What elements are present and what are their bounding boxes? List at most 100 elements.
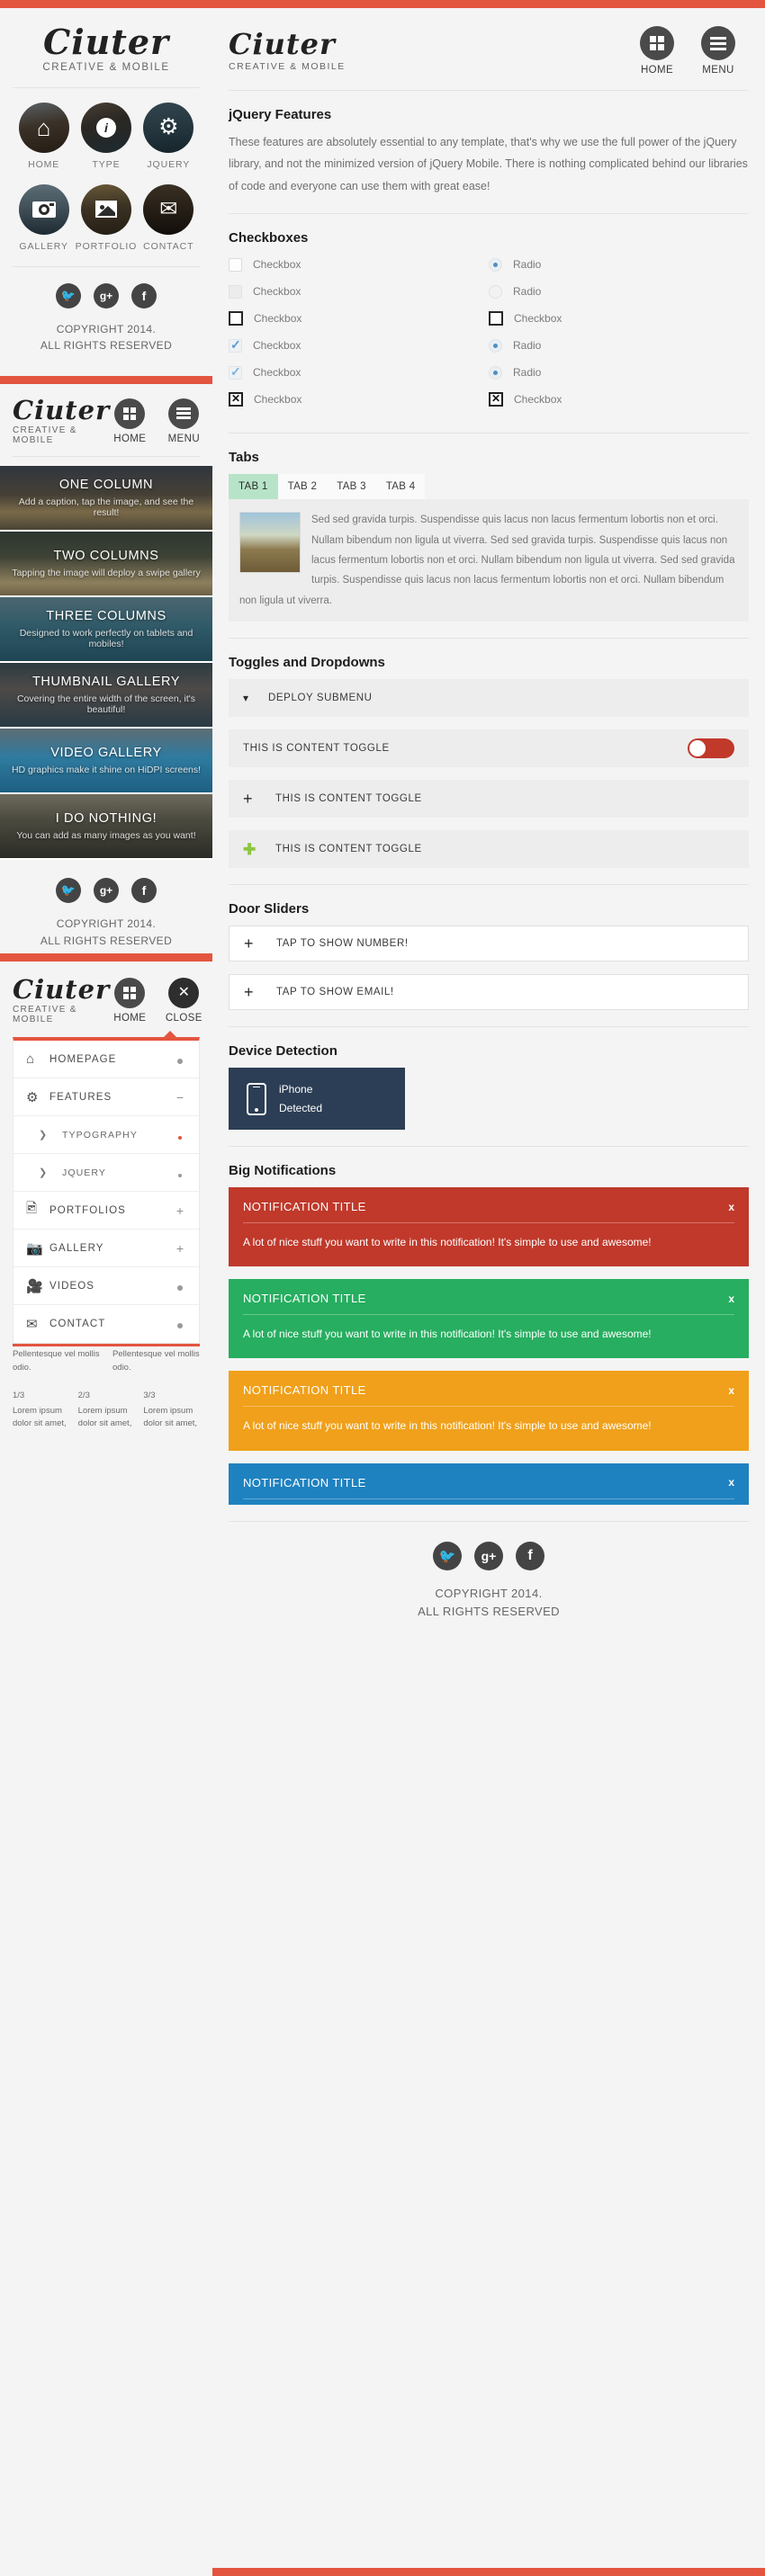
door-label: TAP TO SHOW NUMBER! [276,938,409,950]
checkbox-input-checked[interactable] [229,337,242,353]
toggle-content-plus[interactable]: + THIS IS CONTENT TOGGLE [229,780,749,818]
icon-tile-type[interactable]: i TYPE [75,102,137,170]
icon-grid: ⌂ HOME i TYPE ⚙ JQUERY GALLERY PORTFOLIO… [13,88,200,266]
radio-input-selected[interactable] [489,257,502,272]
menu-item-contact[interactable]: ✉ CONTACT [14,1305,199,1343]
door-slider-email[interactable]: + TAP TO SHOW EMAIL! [229,974,749,1011]
radio-row[interactable]: Radio [489,335,749,355]
checkbox-row[interactable]: Checkbox [229,282,489,301]
toggle-content-plus-green[interactable]: ✚ THIS IS CONTENT TOGGLE [229,830,749,869]
radio-input-selected[interactable] [489,338,502,353]
tab-1[interactable]: TAB 1 [229,474,278,500]
banner-item[interactable]: I DO NOTHING! You can add as many images… [0,794,212,861]
close-icon: ✕ [168,977,200,1008]
menu-item-features[interactable]: ⚙ FEATURES − [14,1078,199,1117]
radio-row[interactable]: Radio [489,282,749,301]
icon-tile-label: GALLERY [19,240,68,252]
banner-item[interactable]: VIDEO GALLERY HD graphics make it shine … [0,729,212,795]
close-icon[interactable]: x [728,1292,734,1305]
checkbox-row[interactable]: Checkbox [229,389,489,409]
checkbox-row[interactable]: Checkbox [229,335,489,355]
expand-plus-icon[interactable]: + [174,1241,186,1256]
checkbox-input[interactable] [229,284,242,299]
close-icon[interactable]: x [728,1476,734,1489]
checkbox-input-checked[interactable] [229,364,242,380]
close-icon[interactable]: x [728,1384,734,1397]
envelope-icon: ✉ [143,183,194,235]
nav-menu-button[interactable]: MENU [697,26,740,76]
collapse-minus-icon[interactable]: − [174,1090,186,1105]
slide-menu-panel: ⌂ HOMEPAGE ⚙ FEATURES − ❯ TYPOGRAPHY ❯ J… [13,1031,200,1345]
image-icon: 🖻 [26,1201,38,1217]
notification-green: NOTIFICATION TITLE x A lot of nice stuff… [229,1279,749,1359]
checkbox-row[interactable]: Checkbox [489,309,749,328]
checkbox-row[interactable]: Checkbox [229,309,489,328]
nav-home-button[interactable]: HOME [110,398,149,444]
twitter-icon[interactable]: 🐦 [56,878,81,904]
icon-tile-jquery[interactable]: ⚙ JQUERY [138,102,200,170]
radio-label: Radio [513,339,542,353]
switch-toggle-on[interactable] [688,738,734,759]
notification-orange: NOTIFICATION TITLE x A lot of nice stuff… [229,1371,749,1451]
notification-red: NOTIFICATION TITLE x A lot of nice stuff… [229,1187,749,1267]
banner-item[interactable]: TWO COLUMNS Tapping the image will deplo… [0,532,212,598]
checkbox-grid: Checkbox Checkbox Checkbox Checkbox Chec… [229,255,749,416]
icon-tile-portfolio[interactable]: PORTFOLIO [75,183,137,252]
banner-item[interactable]: THUMBNAIL GALLERY Covering the entire wi… [0,663,212,729]
menu-item-portfolios[interactable]: 🖻 PORTFOLIOS + [14,1192,199,1230]
radio-input[interactable] [489,284,502,299]
facebook-icon[interactable]: f [516,1541,544,1570]
tab-2[interactable]: TAB 2 [277,474,328,500]
door-slider-number[interactable]: + TAP TO SHOW NUMBER! [229,926,749,962]
google-plus-icon[interactable]: g+ [94,878,119,904]
menu-item-typography[interactable]: ❯ TYPOGRAPHY [14,1116,199,1155]
checkbox-column-right: Radio Radio Checkbox Radio Radio ✕ Check… [489,255,749,416]
nav-close-button[interactable]: ✕ CLOSE [164,977,203,1024]
menu-item-gallery[interactable]: 📷 GALLERY + [14,1230,199,1268]
checkbox-input-x[interactable] [229,392,243,407]
checkbox-row[interactable]: Checkbox [229,362,489,382]
nav-menu-button[interactable]: MENU [164,398,203,444]
toggle-deploy-submenu[interactable]: ▾ DEPLOY SUBMENU [229,679,749,718]
icon-tile-contact[interactable]: ✉ CONTACT [138,183,200,252]
twitter-icon[interactable]: 🐦 [433,1541,462,1570]
radio-row[interactable]: Radio [489,255,749,274]
copyright-line-2: ALL RIGHTS RESERVED [40,339,173,353]
banner-item[interactable]: THREE COLUMNS Designed to work perfectly… [0,597,212,664]
radio-input-selected[interactable] [489,365,502,380]
copyright-line-2: ALL RIGHTS RESERVED [418,1604,560,1618]
radio-row[interactable]: Radio [489,362,749,382]
icon-tile-gallery[interactable]: GALLERY [13,183,75,252]
page-jquery-features: Ciuter CREATIVE & MOBILE HOME MENU jQuer… [212,0,765,2576]
page-header: Ciuter CREATIVE & MOBILE HOME MENU [0,384,212,456]
nav-home-button[interactable]: HOME [635,26,679,76]
tab-4[interactable]: TAB 4 [375,474,426,500]
banner-item[interactable]: ONE COLUMN Add a caption, tap the image,… [0,466,212,532]
checkbox-input[interactable] [229,311,243,326]
menu-item-homepage[interactable]: ⌂ HOMEPAGE [14,1041,199,1079]
section-title-door-sliders: Door Sliders [229,901,310,917]
toggle-content-switch[interactable]: THIS IS CONTENT TOGGLE [229,729,749,768]
accent-bar-top [212,0,765,8]
facebook-icon[interactable]: f [131,878,157,904]
facebook-icon[interactable]: f [131,282,157,309]
nav-home-button[interactable]: HOME [110,977,149,1024]
menu-item-videos[interactable]: 🎥 VIDEOS [14,1267,199,1306]
checkbox-input[interactable] [489,311,503,326]
tab-3[interactable]: TAB 3 [327,474,376,500]
checkbox-input-x[interactable] [489,392,503,407]
twitter-icon[interactable]: 🐦 [56,282,81,309]
google-plus-icon[interactable]: g+ [94,282,119,309]
menu-item-jquery[interactable]: ❯ JQUERY [14,1154,199,1193]
checkbox-row[interactable]: Checkbox [229,255,489,274]
icon-tile-home[interactable]: ⌂ HOME [13,102,75,170]
home-icon: ⌂ [26,1051,35,1068]
brand-tagline: CREATIVE & MOBILE [42,61,170,73]
checkbox-row[interactable]: Checkbox [489,389,749,409]
phone-icon [247,1082,266,1115]
expand-plus-icon[interactable]: + [174,1203,186,1218]
intro-paragraph: These features are absolutely essential … [229,136,748,192]
checkbox-input[interactable] [229,257,242,272]
close-icon[interactable]: x [728,1201,734,1213]
google-plus-icon[interactable]: g+ [474,1541,503,1570]
